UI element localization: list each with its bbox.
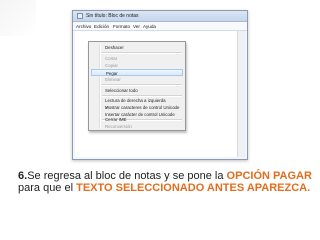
caption-accent-2: TEXTO SELECCIONADO ANTES APAREZCA. (76, 182, 311, 194)
vertical-scrollbar[interactable] (237, 31, 245, 157)
title-bar[interactable]: Sin título: Bloc de notas (73, 11, 247, 22)
menu-formato[interactable]: Formato (113, 22, 130, 31)
menu-item-label: Lectura de derecha a izquierda (105, 98, 166, 103)
menu-item-label: Mostrar caracteres de control Unicode (105, 105, 180, 110)
caption-text-2: para que el (18, 182, 77, 194)
menu-edicion[interactable]: Edición (94, 22, 109, 31)
menu-item-label: Seleccionar todo (105, 88, 138, 93)
menu-separator (102, 52, 182, 54)
menu-item-label: Cortar (105, 56, 118, 61)
menu-bar: Archivo Edición Formato Ver Ayuda (73, 22, 247, 31)
menu-item-label: Eliminar (105, 77, 121, 82)
menu-item-eliminar[interactable]: Eliminar (91, 76, 183, 83)
notepad-icon (77, 13, 83, 19)
caption-accent-1: OPCIÓN PAGAR (226, 170, 312, 182)
menu-separator (102, 84, 182, 86)
menu-item-reconversion[interactable]: Reconversión (91, 123, 183, 130)
caption-text-1: Se regresa al bloc de notas y se pone la (27, 170, 227, 182)
menu-item-label: Reconversión (105, 124, 132, 129)
window-title: Sin título: Bloc de notas (86, 13, 139, 19)
context-menu: Deshacer Cortar Copiar Pegar Eliminar Se… (88, 41, 186, 131)
menu-item-mostrar-caracteres-unicode[interactable]: ✓ Mostrar caracteres de control Unicode (91, 104, 183, 111)
menu-ver[interactable]: Ver (133, 22, 140, 31)
menu-item-deshacer[interactable]: Deshacer (91, 44, 183, 51)
menu-item-cortar[interactable]: Cortar (91, 55, 183, 62)
menu-item-label: Cerrar IME (105, 117, 127, 122)
step-number: 6. (18, 170, 28, 182)
menu-item-label: Deshacer (105, 45, 124, 50)
menu-item-copiar[interactable]: Copiar (91, 62, 183, 69)
corner-decoration (0, 0, 36, 36)
menu-item-label: Copiar (105, 63, 118, 68)
menu-archivo[interactable]: Archivo (76, 22, 91, 31)
menu-item-seleccionar-todo[interactable]: Seleccionar todo (91, 87, 183, 94)
menu-ayuda[interactable]: Ayuda (143, 22, 156, 31)
menu-item-cerrar-ime[interactable]: Cerrar IME (91, 116, 183, 123)
instruction-caption: 6.Se regresa al bloc de notas y se pone … (18, 170, 314, 194)
menu-item-pegar[interactable]: Pegar (91, 69, 183, 76)
menu-item-lectura-derecha-izquierda[interactable]: Lectura de derecha a izquierda (91, 97, 183, 104)
